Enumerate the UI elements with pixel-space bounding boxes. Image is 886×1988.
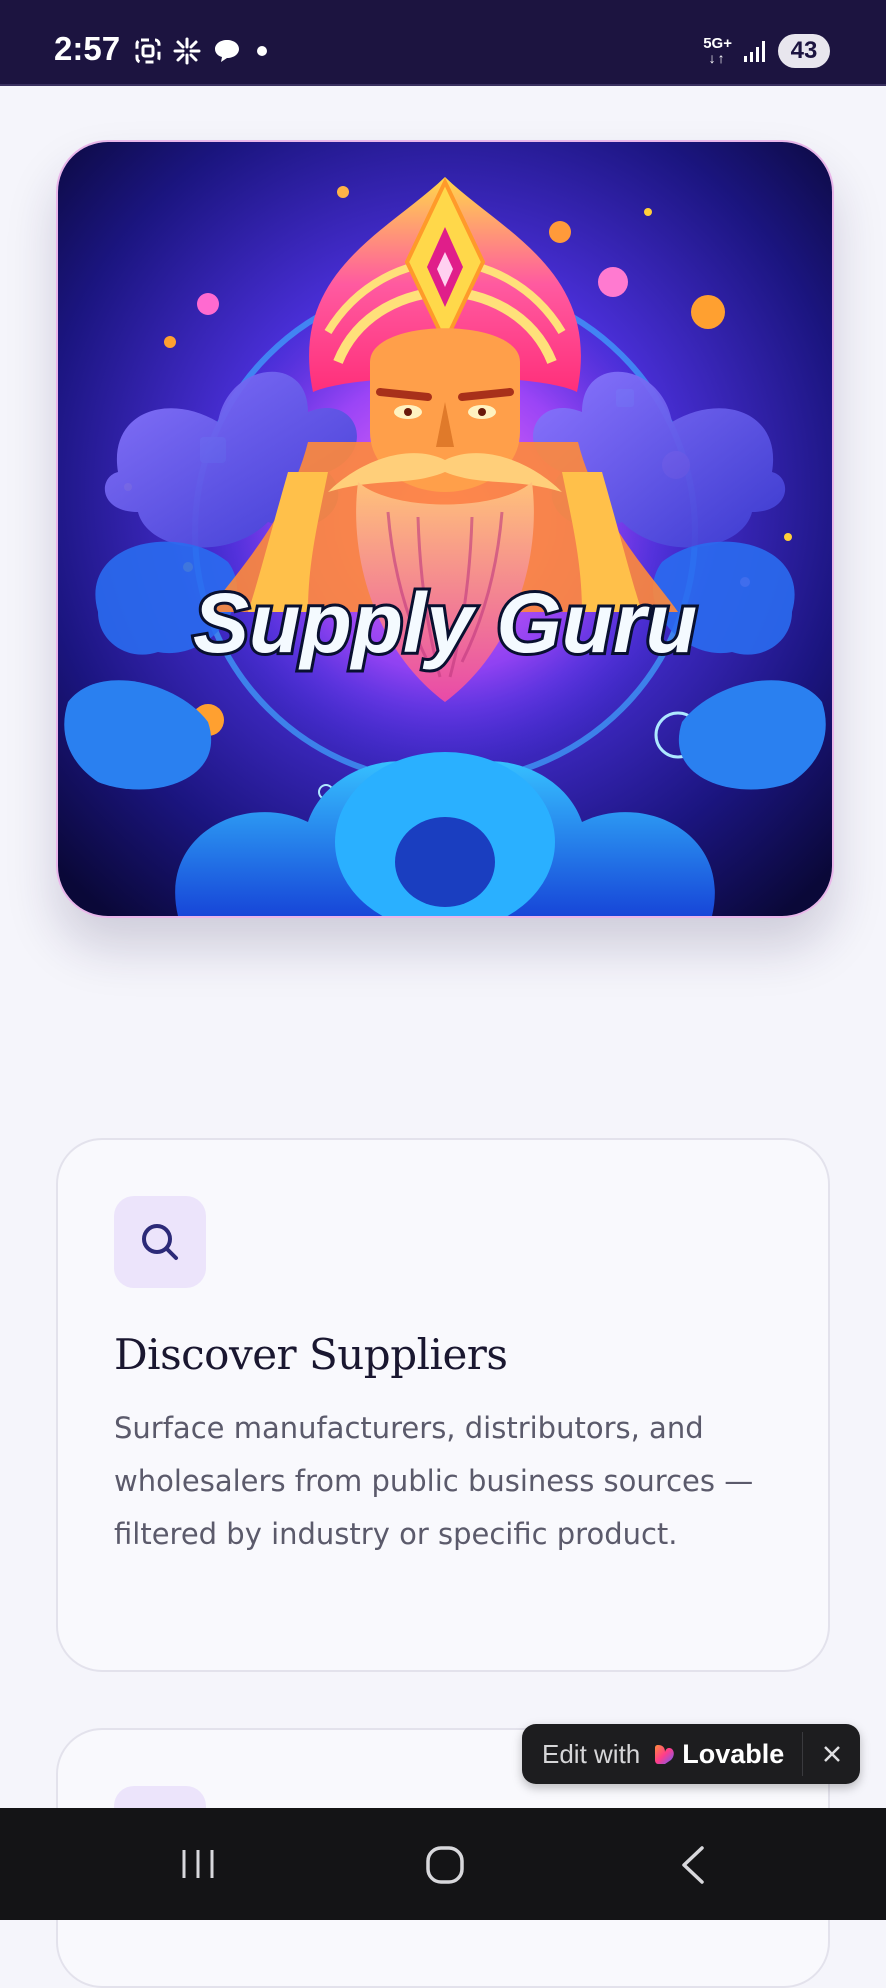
chat-bubble-icon — [215, 40, 239, 62]
close-icon[interactable] — [814, 1736, 850, 1772]
feature-icon-tile — [114, 1196, 206, 1288]
network-type: 5G+ — [703, 35, 732, 52]
signal-icon — [744, 41, 765, 62]
status-bar: 2:57 5G+ ↓↑ 43 — [0, 0, 886, 86]
badge-brand-label: Lovable — [682, 1738, 785, 1769]
battery-indicator: 43 — [778, 34, 830, 68]
supply-guru-illustration: Supply Guru — [58, 142, 832, 916]
search-icon — [142, 1224, 178, 1260]
feature-card-discover-suppliers: Discover Suppliers Surface manufacturers… — [56, 1138, 830, 1672]
hero-image: Supply Guru — [56, 140, 834, 918]
dot-icon — [257, 46, 267, 56]
network-label: 5G+ ↓↑ — [703, 35, 732, 66]
hero-brand-text: Supply Guru — [193, 576, 697, 670]
back-icon[interactable] — [676, 1844, 712, 1886]
status-system-icons: 5G+ ↓↑ 43 — [703, 34, 830, 68]
status-time: 2:57 — [54, 30, 121, 67]
home-icon[interactable] — [424, 1844, 466, 1886]
edit-with-lovable-badge[interactable]: Edit with Lovable — [522, 1724, 860, 1784]
lovable-heart-icon — [654, 1743, 676, 1765]
recent-apps-icon[interactable] — [178, 1844, 218, 1884]
screenshot-icon — [135, 38, 161, 64]
pinwheel-icon — [173, 37, 201, 65]
badge-divider — [802, 1732, 803, 1776]
status-notification-icons — [134, 36, 272, 66]
badge-edit-label: Edit with — [542, 1738, 641, 1769]
feature-description: Surface manufacturers, distributors, and… — [114, 1411, 754, 1551]
feature-title: Discover Suppliers — [114, 1330, 508, 1379]
system-nav-bar — [0, 1808, 886, 1920]
